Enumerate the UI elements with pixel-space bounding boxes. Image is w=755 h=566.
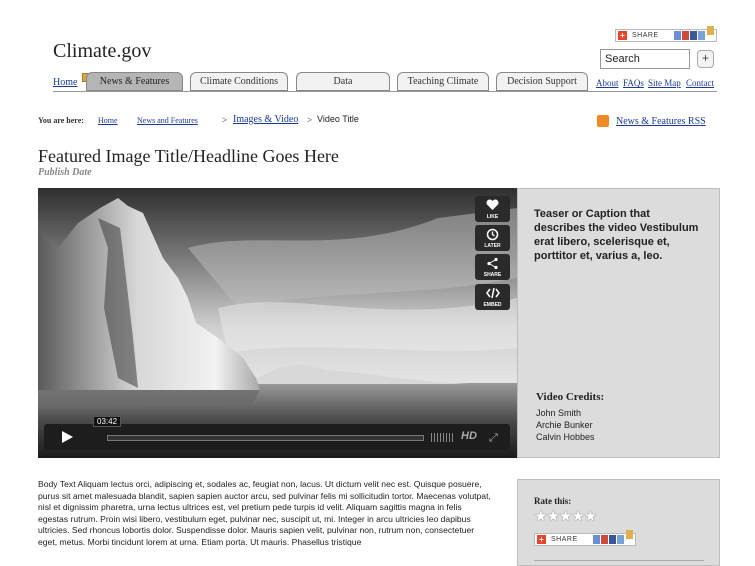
tab-climate-conditions[interactable]: Climate Conditions xyxy=(190,72,288,91)
caption-panel: Teaser or Caption that describes the vid… xyxy=(517,188,720,458)
share-label: SHARE xyxy=(551,536,578,543)
breadcrumb-current: Video Title xyxy=(317,114,359,124)
sitemap-link[interactable]: Site Map xyxy=(648,78,681,88)
tab-news-features[interactable]: News & Features xyxy=(86,72,183,91)
volume-control[interactable] xyxy=(431,433,455,442)
panel-divider xyxy=(534,560,704,561)
search-input[interactable]: Search xyxy=(600,49,690,69)
rss-link[interactable]: News & Features RSS xyxy=(616,116,706,127)
about-link[interactable]: About xyxy=(596,78,619,88)
fullscreen-icon[interactable]: ⤢ xyxy=(489,431,498,445)
social-icon[interactable] xyxy=(593,535,600,544)
breadcrumb-news[interactable]: News and Features xyxy=(137,116,198,125)
rating-panel: Rate this: ★★★★★ + SHARE xyxy=(517,479,720,566)
breadcrumb-separator: > xyxy=(222,115,228,125)
heart-icon xyxy=(486,199,499,210)
like-button[interactable]: LIKE xyxy=(475,196,510,222)
publish-date: Publish Date xyxy=(38,167,92,178)
contact-link[interactable]: Contact xyxy=(686,78,714,88)
credit-item: John Smith xyxy=(536,408,582,418)
social-icon[interactable] xyxy=(698,31,705,40)
share-plus-icon: + xyxy=(618,31,627,40)
progress-scrubber[interactable] xyxy=(107,435,424,441)
page-title: Featured Image Title/Headline Goes Here xyxy=(38,146,339,166)
social-icon[interactable] xyxy=(674,31,681,40)
credits-heading: Video Credits: xyxy=(536,391,605,403)
watch-later-button[interactable]: LATER xyxy=(475,225,510,251)
share-button-label: SHARE xyxy=(483,272,502,278)
nav-divider xyxy=(53,91,717,92)
nav-home-link[interactable]: Home xyxy=(53,77,77,88)
share-widget[interactable]: + SHARE xyxy=(615,26,717,42)
hd-toggle[interactable]: HD xyxy=(461,430,477,442)
share-widget[interactable]: + SHARE xyxy=(534,530,636,546)
star-rating[interactable]: ★★★★★ xyxy=(534,507,597,525)
share-plus-icon: + xyxy=(537,535,546,544)
tab-data[interactable]: Data xyxy=(296,72,390,91)
rss-icon[interactable] xyxy=(597,115,609,127)
faqs-link[interactable]: FAQs xyxy=(623,78,644,88)
video-controls: 03:42 HD ⤢ xyxy=(44,416,510,450)
clock-icon xyxy=(486,228,499,241)
breadcrumb-images-video[interactable]: Images & Video xyxy=(233,114,298,125)
video-teaser: Teaser or Caption that describes the vid… xyxy=(534,208,699,262)
breadcrumb-separator: > xyxy=(307,115,313,125)
article-body: Body Text Aliquam lectus orci, adipiscin… xyxy=(38,479,491,547)
search-button[interactable]: + xyxy=(697,50,714,68)
embed-label: EMBED xyxy=(483,302,502,308)
play-icon[interactable] xyxy=(62,431,73,443)
facebook-icon[interactable] xyxy=(609,535,616,544)
facebook-icon[interactable] xyxy=(690,31,697,40)
bookmark-icon[interactable] xyxy=(626,530,633,539)
breadcrumb-home[interactable]: Home xyxy=(98,116,118,125)
rate-label: Rate this: xyxy=(534,496,572,506)
code-icon xyxy=(486,287,500,299)
embed-button[interactable]: EMBED xyxy=(475,284,510,310)
share-button[interactable]: SHARE xyxy=(475,254,510,280)
tab-decision-support[interactable]: Decision Support xyxy=(496,72,588,91)
social-icon[interactable] xyxy=(682,31,689,40)
video-time: 03:42 xyxy=(93,416,122,427)
social-icon[interactable] xyxy=(601,535,608,544)
share-icon xyxy=(487,257,498,270)
like-label: LIKE xyxy=(486,214,499,220)
later-label: LATER xyxy=(484,243,501,249)
video-player[interactable]: LIKE LATER SHARE EMBED 03:42 HD ⤢ xyxy=(38,188,517,458)
share-label: SHARE xyxy=(632,32,659,39)
bookmark-icon[interactable] xyxy=(707,26,714,35)
social-icon[interactable] xyxy=(617,535,624,544)
tab-teaching-climate[interactable]: Teaching Climate xyxy=(397,72,489,91)
site-title[interactable]: Climate.gov xyxy=(53,40,151,63)
breadcrumb-label: You are here: xyxy=(38,116,84,125)
credit-item: Archie Bunker xyxy=(536,420,593,430)
credit-item: Calvin Hobbes xyxy=(536,432,595,442)
